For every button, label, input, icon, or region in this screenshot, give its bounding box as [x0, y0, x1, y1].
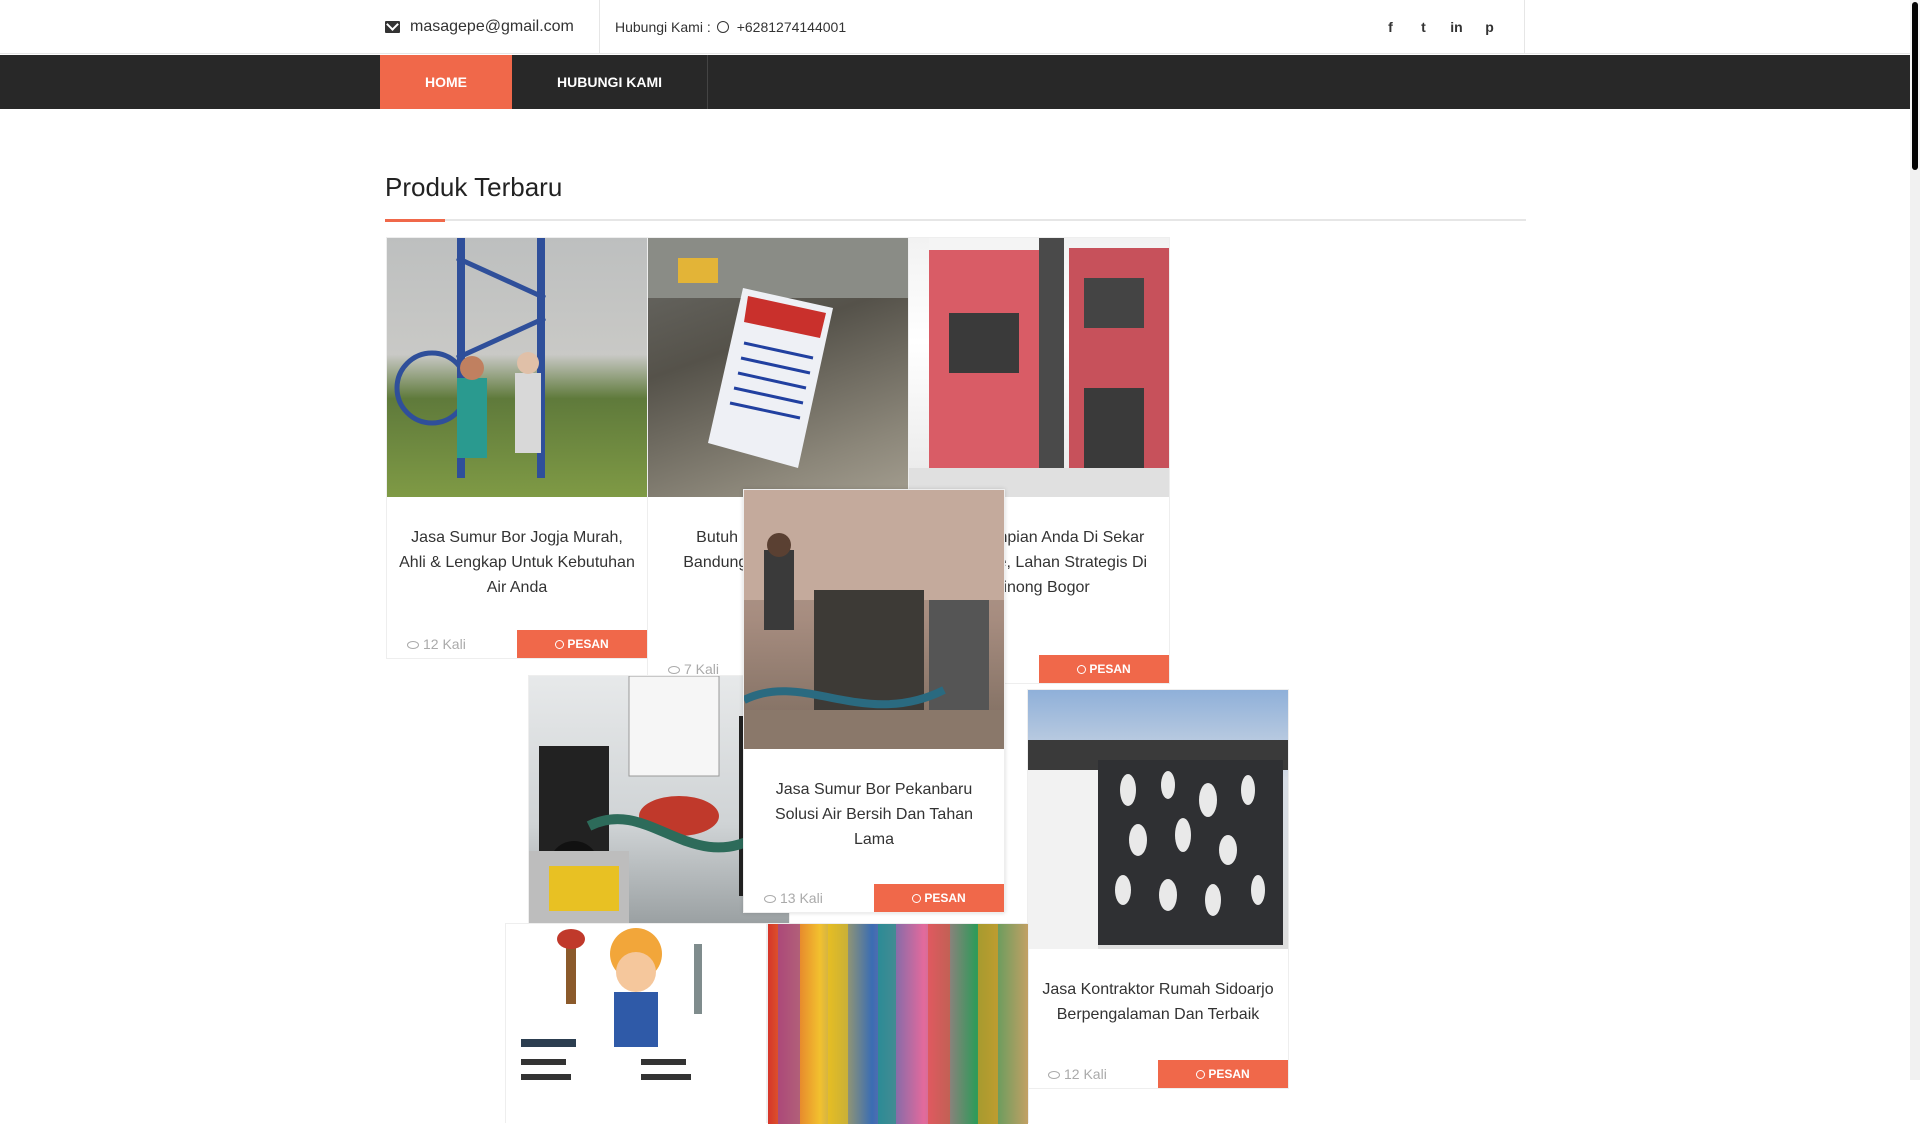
eye-icon: [764, 895, 776, 904]
envelope-icon: [385, 21, 400, 33]
whatsapp-icon: [1077, 664, 1087, 674]
product-footer: 13 Kali PESAN: [744, 884, 1004, 912]
view-count: 13 Kali: [764, 890, 823, 906]
product-image[interactable]: [909, 238, 1169, 497]
order-button-label: PESAN: [924, 891, 966, 905]
product-footer: 12 Kali PESAN: [387, 630, 647, 658]
order-button-label: PESAN: [567, 637, 609, 651]
order-button[interactable]: PESAN: [517, 630, 647, 658]
page-scrollbar[interactable]: [1910, 0, 1920, 1080]
whatsapp-icon: [555, 639, 565, 649]
whatsapp-icon: [1196, 1069, 1206, 1079]
product-card[interactable]: Jasa Sumur Bor Pekanbaru Solusi Air Bers…: [743, 489, 1005, 913]
order-button[interactable]: PESAN: [874, 884, 1004, 912]
main-nav-inner: HOME HUBUNGI KAMI: [380, 55, 708, 109]
nav-home[interactable]: HOME: [380, 55, 512, 109]
order-button-label: PESAN: [1208, 1067, 1250, 1081]
title-divider: [385, 219, 1526, 221]
phone-number: +6281274144001: [736, 19, 847, 35]
product-footer: 12 Kali PESAN: [1028, 1060, 1288, 1088]
nav-contact[interactable]: HUBUNGI KAMI: [512, 55, 708, 109]
whatsapp-icon: [716, 21, 729, 33]
top-bar: masagepe@gmail.com Hubungi Kami : +62812…: [0, 0, 1910, 54]
main-nav: HOME HUBUNGI KAMI: [0, 55, 1910, 109]
product-image-art: [648, 238, 908, 468]
product-image-art: [1028, 740, 1288, 949]
product-image[interactable]: [768, 924, 1028, 1124]
product-image[interactable]: [1028, 690, 1288, 949]
product-title[interactable]: Jasa Kontraktor Rumah Sidoarjo Berpengal…: [1028, 949, 1288, 1027]
eye-icon: [668, 666, 680, 675]
pinterest-icon[interactable]: p: [1473, 19, 1506, 35]
product-image-art: [521, 928, 702, 1080]
product-image-art: [909, 238, 1169, 497]
scrollbar-thumb[interactable]: [1912, 2, 1918, 170]
order-button-label: PESAN: [1089, 662, 1131, 676]
product-title[interactable]: Jasa Sumur Bor Pekanbaru Solusi Air Bers…: [744, 749, 1004, 852]
eye-icon: [407, 641, 419, 650]
email-contact[interactable]: masagepe@gmail.com: [385, 0, 600, 54]
product-image[interactable]: [648, 238, 908, 497]
eye-icon: [1048, 1071, 1060, 1080]
product-card[interactable]: [767, 923, 1029, 1124]
product-image-art: [744, 490, 1004, 749]
product-card[interactable]: Jasa Sumur Bor Jogja Murah, Ahli & Lengk…: [386, 237, 648, 659]
product-card[interactable]: [505, 923, 767, 1124]
product-card[interactable]: Jasa Kontraktor Rumah Sidoarjo Berpengal…: [1027, 689, 1289, 1089]
product-image[interactable]: [744, 490, 1004, 749]
email-text: masagepe@gmail.com: [410, 18, 574, 35]
facebook-icon[interactable]: f: [1374, 19, 1407, 35]
phone-contact[interactable]: Hubungi Kami : +6281274144001: [615, 0, 846, 54]
view-count-text: 12 Kali: [423, 636, 466, 652]
contact-label: Hubungi Kami :: [615, 19, 711, 35]
linkedin-icon[interactable]: in: [1440, 19, 1473, 35]
order-button[interactable]: PESAN: [1158, 1060, 1288, 1088]
product-image-art: [394, 238, 547, 478]
top-bar-inner: masagepe@gmail.com Hubungi Kami : +62812…: [380, 0, 1525, 54]
product-image[interactable]: [506, 924, 766, 1124]
twitter-icon[interactable]: t: [1407, 19, 1440, 35]
social-links: f t in p: [1374, 0, 1525, 54]
product-image[interactable]: [387, 238, 647, 497]
order-button[interactable]: PESAN: [1039, 655, 1169, 683]
product-image-art: [778, 924, 998, 1124]
view-count: 12 Kali: [407, 636, 466, 652]
section-title: Produk Terbaru: [385, 172, 563, 202]
title-accent: [385, 219, 445, 222]
whatsapp-icon: [912, 893, 922, 903]
product-title[interactable]: Jasa Sumur Bor Jogja Murah, Ahli & Lengk…: [387, 497, 647, 600]
view-count-text: 13 Kali: [780, 890, 823, 906]
